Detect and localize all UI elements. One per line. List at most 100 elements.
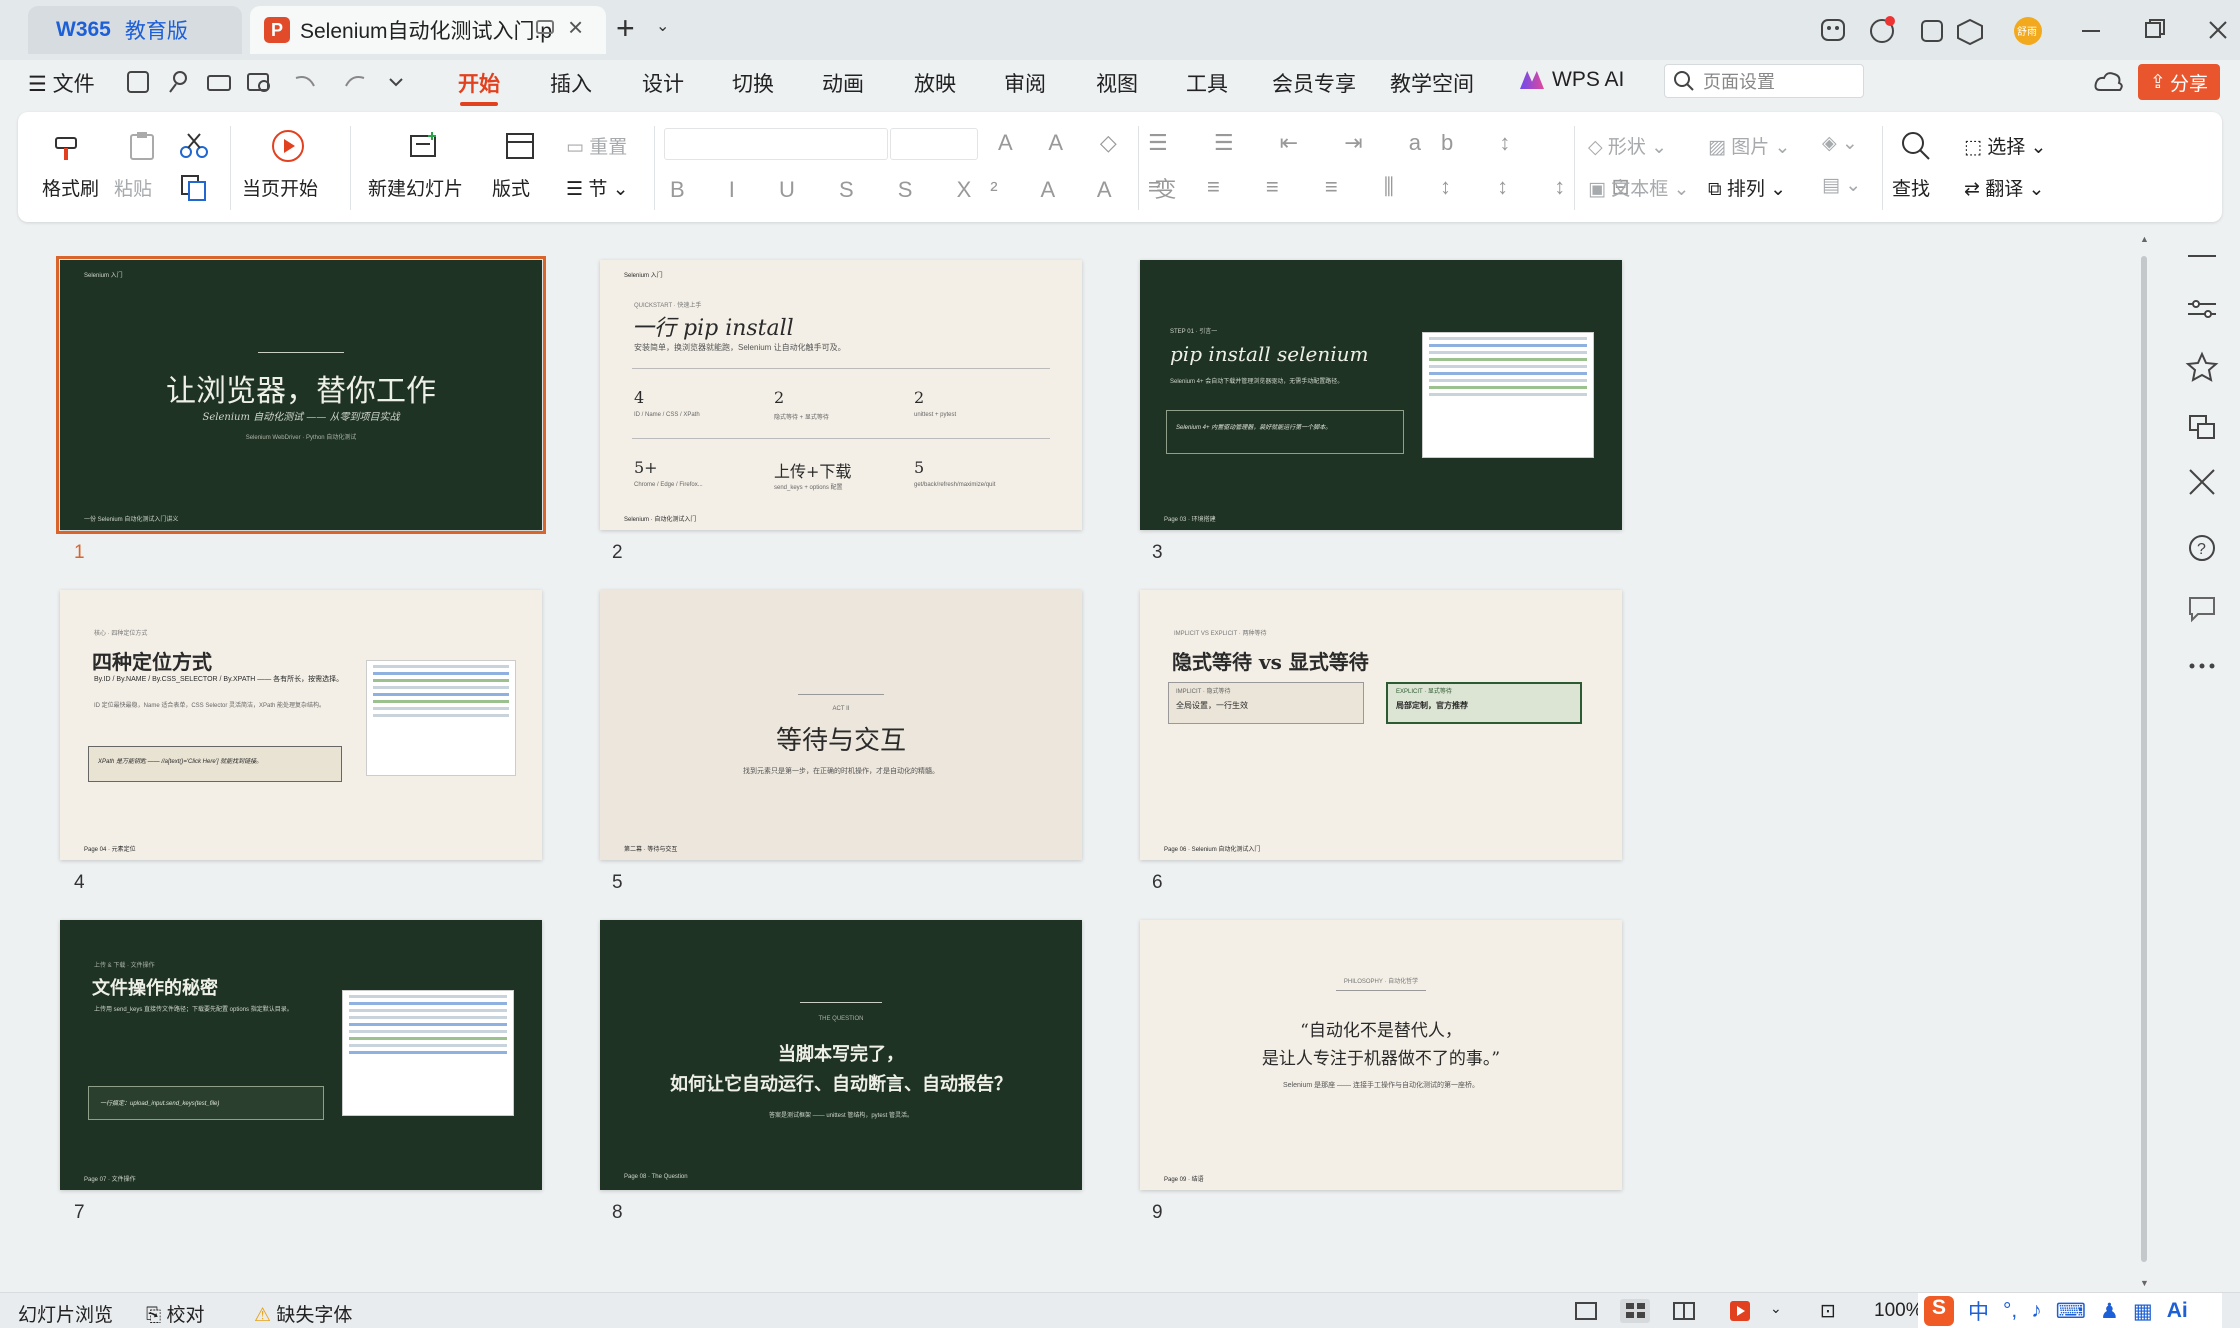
reading-view-icon[interactable] xyxy=(1673,1302,1695,1320)
zoom-level[interactable]: 100% xyxy=(1874,1300,1923,1322)
tab-animation[interactable]: 动画 xyxy=(822,68,864,98)
select-button[interactable]: ⬚ 选择 ⌄ xyxy=(1964,132,2046,159)
find-label[interactable]: 查找 xyxy=(1892,174,1930,201)
arrange-button[interactable]: ⧉ 排列 ⌄ xyxy=(1708,174,1786,201)
play-icon[interactable] xyxy=(270,128,306,164)
ai-icon: Ai xyxy=(2166,1299,2188,1322)
cut-icon[interactable] xyxy=(178,130,210,162)
settings-sliders-icon[interactable] xyxy=(2188,300,2216,318)
slide-thumbnail-2[interactable]: Selenium 入门 QUICKSTART · 快速上手 一行 pip ins… xyxy=(600,260,1082,530)
slide-thumbnail-7[interactable]: 上传 & 下载 · 文件操作 文件操作的秘密 上传用 send_keys 直接传… xyxy=(60,920,542,1190)
menu-file[interactable]: ☰ 文件 xyxy=(28,68,95,98)
slide-3-title: pip install selenium xyxy=(1170,342,1369,366)
tab-transition[interactable]: 切换 xyxy=(732,68,774,98)
tools-icon[interactable] xyxy=(2189,469,2215,495)
help-icon[interactable]: ? xyxy=(2189,535,2215,561)
search-box[interactable]: 页面设置 xyxy=(1664,64,1864,98)
comment-icon[interactable] xyxy=(2189,597,2215,623)
tab-close-icon[interactable]: × xyxy=(568,12,583,43)
cube-icon[interactable] xyxy=(1957,18,1983,46)
slide-thumbnail-9[interactable]: PHILOSOPHY · 自动化哲学 “自动化不是替代人， 是让人专注于机器做不… xyxy=(1140,920,1622,1190)
home-tab[interactable]: W365 教育版 xyxy=(28,6,242,54)
picture-button[interactable]: ▨ 图片 ⌄ xyxy=(1708,132,1790,159)
document-tab[interactable]: P Selenium自动化测试入门.p × xyxy=(250,6,606,54)
replace-icon[interactable] xyxy=(2189,415,2215,439)
play-dropdown-icon[interactable]: ⌄ xyxy=(1770,1300,1782,1317)
paste-label[interactable]: 粘贴 xyxy=(114,174,152,201)
font-format-icons[interactable]: B I U S S X² A A 变 xyxy=(670,172,1195,204)
layout-icon[interactable] xyxy=(504,130,536,162)
paragraph-icons[interactable]: ☰ ☰ ⇤ ⇥ ab ↕ xyxy=(1148,130,1530,156)
right-sidebar: ? xyxy=(2166,232,2240,1292)
slide-8-desc: 答案是测试框架 —— unittest 管结构，pytest 管灵活。 xyxy=(768,1113,914,1119)
tab-teaching[interactable]: 教学空间 xyxy=(1390,68,1474,98)
copy-icon[interactable] xyxy=(178,172,210,204)
undo-icon[interactable] xyxy=(295,76,315,87)
slide-3-desc: Selenium 4+ 会自动下载并管理浏览器驱动，无需手动配置路径。 xyxy=(1170,379,1344,385)
more-chevron-icon[interactable] xyxy=(389,78,403,87)
slide-sorter-status[interactable]: 幻灯片浏览 xyxy=(18,1300,113,1327)
new-tab-icon[interactable]: + xyxy=(616,10,635,47)
missing-font-button[interactable]: ⚠ 缺失字体 xyxy=(254,1300,352,1327)
translate-button[interactable]: ⇄ 翻译 ⌄ xyxy=(1964,174,2044,201)
tab-slideshow[interactable]: 放映 xyxy=(914,68,956,98)
slide-number-8: 8 xyxy=(612,1202,623,1223)
key-icon[interactable] xyxy=(169,71,187,93)
outline-icon[interactable]: ▤ ⌄ xyxy=(1822,174,1861,197)
apps-grid-icon: ▦ xyxy=(2132,1299,2153,1323)
skin-icon[interactable] xyxy=(1821,19,1845,41)
font-size-icons[interactable]: A A ◇ xyxy=(998,130,1133,156)
slide-thumbnail-6[interactable]: IMPLICIT VS EXPLICIT · 两种等待 隐式等待 vs 显式等待… xyxy=(1140,590,1622,860)
paste-icon[interactable] xyxy=(126,130,158,162)
share-button[interactable]: ⇪ 分享 xyxy=(2138,64,2220,100)
restore-icon[interactable] xyxy=(2145,19,2165,38)
fill-icon[interactable]: ◈ ⌄ xyxy=(1822,132,1858,155)
normal-view-icon[interactable] xyxy=(1575,1302,1597,1320)
fit-window-icon[interactable]: ⊡ xyxy=(1820,1300,1836,1323)
slide-thumbnail-8[interactable]: THE QUESTION 当脚本写完了， 如何让它自动运行、自动断言、自动报告？… xyxy=(600,920,1082,1190)
vertical-scrollbar[interactable]: ▲ ▼ xyxy=(2138,234,2150,1288)
ime-toolbar[interactable]: S 中 °, ♪ ⌨ ♟ ▦ Ai xyxy=(1918,1293,2222,1328)
play-from-current-label[interactable]: 当页开始 xyxy=(242,174,318,201)
print-icon[interactable] xyxy=(207,75,231,91)
wps-ai-button[interactable]: WPS AI xyxy=(1520,68,1624,92)
find-icon[interactable] xyxy=(1900,130,1932,162)
tab-view[interactable]: 视图 xyxy=(1096,68,1138,98)
new-slide-label[interactable]: 新建幻灯片 xyxy=(368,174,463,201)
star-icon[interactable] xyxy=(2185,351,2219,382)
save-icon[interactable] xyxy=(127,71,149,93)
more-icon[interactable] xyxy=(2189,663,2215,669)
message-icon[interactable] xyxy=(1870,16,1895,43)
new-slide-icon[interactable] xyxy=(408,130,440,162)
reset-button[interactable]: ▭ 重置 xyxy=(566,132,627,159)
window-icon[interactable] xyxy=(1921,20,1943,42)
font-size-select[interactable] xyxy=(890,128,978,160)
layout-label[interactable]: 版式 xyxy=(492,174,530,201)
tab-list-chevron-icon[interactable]: ⌄ xyxy=(656,16,669,36)
slide-thumbnail-4[interactable]: 核心 · 四种定位方式 四种定位方式 By.ID / By.NAME / By.… xyxy=(60,590,542,860)
cloud-upload-icon[interactable] xyxy=(2094,68,2124,96)
close-window-icon[interactable] xyxy=(2209,21,2227,39)
tab-design[interactable]: 设计 xyxy=(642,68,684,98)
slide-thumbnail-5[interactable]: ACT II 等待与交互 找到元素只是第一步，在正确的时机操作，才是自动化的精髓… xyxy=(600,590,1082,860)
slide-thumbnail-3[interactable]: STEP 01 · 引言一 pip install selenium Selen… xyxy=(1140,260,1622,530)
scroll-thumb[interactable] xyxy=(2141,256,2147,1262)
tab-home[interactable]: 开始 xyxy=(458,68,500,106)
textbox-button[interactable]: ▣ 文本框 ⌄ xyxy=(1588,174,1689,201)
slide-8-footer: Page 08 · The Question xyxy=(624,1174,688,1180)
tab-window-icon[interactable] xyxy=(536,20,554,34)
slide-7-title: 文件操作的秘密 xyxy=(92,978,218,999)
print-preview-icon[interactable] xyxy=(247,73,270,92)
proofing-button[interactable]: ⎘ 校对 xyxy=(146,1300,205,1327)
redo-icon[interactable] xyxy=(345,76,365,87)
format-painter-label[interactable]: 格式刷 xyxy=(42,174,99,201)
tab-tools[interactable]: 工具 xyxy=(1186,68,1228,98)
format-painter-icon[interactable] xyxy=(52,130,84,162)
tab-membership[interactable]: 会员专享 xyxy=(1272,68,1356,98)
tab-insert[interactable]: 插入 xyxy=(550,68,592,98)
slide-thumbnail-1[interactable]: Selenium 入门 让浏览器，替你工作 Selenium 自动化测试 —— … xyxy=(56,256,546,534)
shape-button[interactable]: ◇ 形状 ⌄ xyxy=(1588,132,1667,159)
font-name-select[interactable] xyxy=(664,128,888,160)
section-button[interactable]: ☰ 节 ⌄ xyxy=(566,174,629,201)
tab-review[interactable]: 审阅 xyxy=(1004,68,1046,98)
